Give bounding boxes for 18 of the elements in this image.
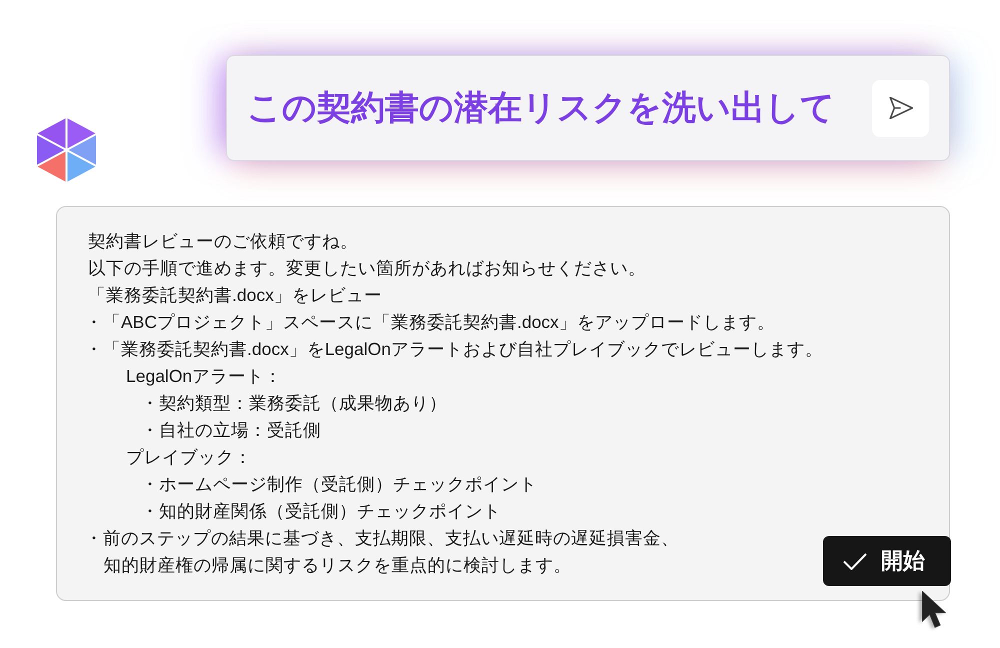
send-button[interactable] bbox=[872, 80, 929, 136]
message-text: 以下の手順で進めます。変更したい箇所があればお知らせください。 bbox=[88, 257, 646, 280]
sub-heading: LegalOnアラート： bbox=[126, 365, 282, 388]
prompt-input[interactable]: この契約書の潜在リスクを洗い出して bbox=[247, 85, 835, 131]
sub-item-text: ・契約類型：業務委託（成果物あり） bbox=[141, 392, 447, 415]
sub-item-text: ・知的財産関係（受託側）チェックポイント bbox=[141, 500, 501, 523]
check-icon bbox=[843, 552, 867, 570]
sub-item-text: ・自社の立場：受託側 bbox=[141, 419, 321, 442]
plan-title: 「業務委託契約書.docx」をレビュー bbox=[88, 284, 382, 307]
message-text: 契約書レビューのご依頼ですね。 bbox=[88, 230, 358, 253]
sub-heading: プレイブック： bbox=[126, 446, 252, 469]
step-text: ・前のステップの結果に基づき、支払期限、支払い遅延時の遅延損害金、 知的財産権の帰属に関するリスクを重点的に検討します。 bbox=[85, 527, 679, 577]
start-button[interactable]: 開始 bbox=[823, 536, 951, 586]
step-text: ・「業務委託契約書.docx」をLegalOnアラートおよび自社プレイブックでレビューします。 bbox=[85, 338, 823, 361]
logo-icon bbox=[37, 118, 96, 182]
send-icon bbox=[888, 97, 912, 119]
step-text: ・「ABCプロジェクト」スペースに「業務委託契約書.docx」をアップロードします。 bbox=[85, 311, 775, 334]
sub-item-text: ・ホームページ制作（受託側）チェックポイント bbox=[141, 473, 537, 496]
